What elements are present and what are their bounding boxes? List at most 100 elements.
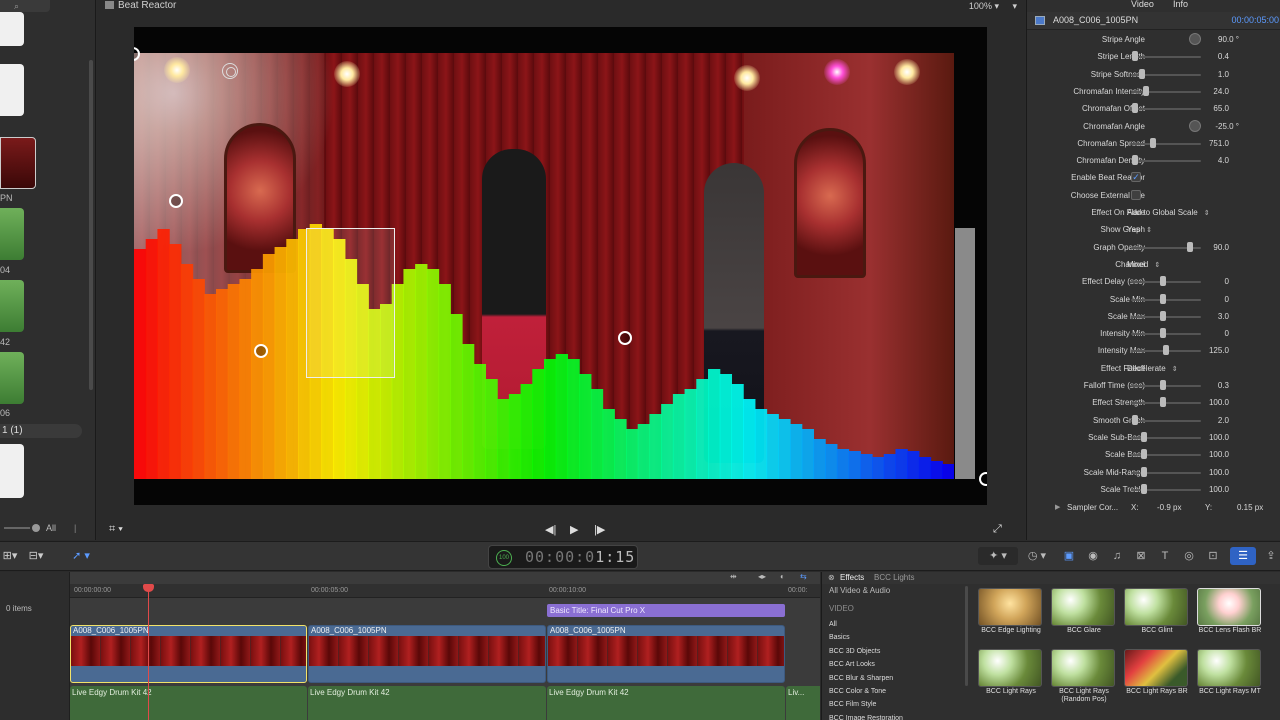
effects-category[interactable]: BCC Blur & Sharpen (829, 675, 893, 682)
param-popup[interactable]: Mixed ⇕ (1127, 260, 1160, 269)
effects-scrollbar[interactable] (965, 586, 968, 686)
param-slider-knob[interactable] (1187, 241, 1194, 252)
solo-icon[interactable]: ◐ (780, 572, 785, 581)
browser-scrollbar[interactable] (89, 60, 93, 390)
param-slider-knob[interactable] (1140, 431, 1147, 442)
param-value[interactable]: 751.0 (1209, 139, 1229, 148)
titles-icon[interactable]: T (1156, 547, 1174, 565)
effects-category[interactable]: BCC Art Looks (829, 661, 875, 668)
select-tool-icon[interactable]: ➚ ▾ (64, 547, 98, 565)
param-slider-knob[interactable] (1159, 380, 1166, 390)
skimming-icon[interactable]: ⇹ (730, 572, 737, 581)
param-slider[interactable] (1131, 56, 1201, 59)
generators-icon[interactable]: ◎ (1180, 547, 1198, 565)
param-slider-knob[interactable] (1163, 345, 1169, 356)
effect-item[interactable]: BCC Lens Flash BR (1197, 588, 1263, 635)
param-slider-knob[interactable] (1159, 328, 1166, 339)
viewer-settings-menu[interactable]: ▾ (1012, 0, 1017, 12)
corner-handle[interactable] (979, 472, 987, 486)
param-value[interactable]: 65.0 (1213, 104, 1229, 113)
angle-dial-icon[interactable] (1189, 119, 1201, 132)
param-slider-knob[interactable] (1159, 310, 1166, 321)
effects-category[interactable]: All (829, 621, 837, 628)
browser-audio-thumb[interactable] (0, 208, 24, 260)
themes-icon[interactable]: ⊡ (1204, 547, 1222, 565)
param-slider-knob[interactable] (1150, 137, 1157, 148)
audio-clip[interactable]: Liv... (786, 686, 820, 720)
param-slider-knob[interactable] (1159, 293, 1166, 304)
effects-category[interactable]: BCC 3D Objects (829, 648, 880, 655)
param-slider-knob[interactable] (1140, 483, 1147, 494)
sampler-y-value[interactable]: 0.15 px (1237, 503, 1263, 512)
param-slider[interactable] (1131, 419, 1201, 422)
param-slider-knob[interactable] (1138, 68, 1145, 79)
snapping-icon[interactable]: ⇆ (800, 572, 807, 581)
effect-item[interactable]: BCC Edge Lighting (978, 588, 1044, 635)
param-value[interactable]: -25.0 ° (1215, 122, 1239, 131)
browser-clip-thumb[interactable] (0, 64, 24, 116)
video-canvas[interactable] (134, 27, 987, 505)
effect-item[interactable]: BCC Light Rays BR (1124, 649, 1190, 696)
param-value[interactable]: 0 (1225, 295, 1229, 304)
viewer-zoom-menu[interactable]: 100% ▾ (969, 0, 999, 12)
camera-icon[interactable]: ◉ (1084, 547, 1102, 565)
effects-category[interactable]: Basics (829, 634, 850, 641)
effect-item[interactable]: BCC Light Rays (978, 649, 1044, 696)
browser-audio-thumb[interactable] (0, 352, 24, 404)
param-value[interactable]: 100.0 (1209, 398, 1229, 407)
param-slider-knob[interactable] (1142, 85, 1149, 96)
param-value[interactable]: 0.3 (1218, 381, 1229, 390)
box-handle[interactable] (254, 344, 268, 358)
param-checkbox[interactable] (1131, 189, 1141, 200)
param-slider[interactable] (1131, 298, 1201, 301)
thumb-size-knob[interactable] (32, 524, 40, 532)
param-value[interactable]: 24.0 (1213, 87, 1229, 96)
param-slider-knob[interactable] (1132, 51, 1139, 62)
retime-icon[interactable]: ◷ ▾ (1022, 547, 1052, 565)
transitions-icon[interactable]: ⊠ (1132, 547, 1150, 565)
param-slider[interactable] (1131, 402, 1201, 405)
enhance-icon[interactable]: ✦ ▾ (978, 547, 1018, 565)
tab-info[interactable]: Info (1173, 0, 1188, 9)
param-popup[interactable]: Yes ⇕ (1127, 225, 1152, 234)
param-slider-knob[interactable] (1159, 397, 1166, 408)
param-slider[interactable] (1131, 142, 1201, 145)
angle-dial-icon[interactable] (1189, 33, 1201, 45)
edit-mode-icon[interactable]: ⊟▾ (26, 547, 46, 565)
param-slider[interactable] (1131, 333, 1201, 336)
audio-clip[interactable]: Live Edgy Drum Kit 42 (547, 686, 785, 720)
param-slider[interactable] (1131, 281, 1201, 284)
param-value[interactable]: 0 (1225, 329, 1229, 338)
effect-item[interactable]: BCC Light Rays MT (1197, 649, 1263, 696)
param-value[interactable]: 2.0 (1218, 416, 1229, 425)
box-handle[interactable] (169, 194, 183, 208)
param-slider-knob[interactable] (1132, 103, 1139, 114)
param-value[interactable]: 90.0 ° (1218, 35, 1239, 44)
param-slider[interactable] (1131, 385, 1201, 387)
play-icon[interactable]: ▶ (570, 523, 578, 536)
param-popup[interactable]: Add to Global Scale ⇕ (1127, 208, 1210, 217)
param-slider[interactable] (1131, 90, 1201, 93)
param-slider-knob[interactable] (1140, 466, 1147, 477)
param-value[interactable]: 1.0 (1218, 70, 1229, 79)
param-slider-knob[interactable] (1132, 414, 1139, 425)
audio-skimming-icon[interactable]: ◂▸ (758, 572, 766, 581)
param-value[interactable]: 3.0 (1218, 312, 1229, 321)
param-value[interactable]: 100.0 (1209, 485, 1229, 494)
param-slider[interactable] (1131, 160, 1201, 163)
previous-edit-icon[interactable]: ◀| (545, 523, 556, 536)
effect-item[interactable]: BCC Glint (1124, 588, 1190, 635)
media-browser-icon[interactable]: ▣ (1058, 547, 1080, 565)
next-edit-icon[interactable]: |▶ (594, 523, 605, 536)
effects-category[interactable]: BCC Film Style (829, 701, 876, 708)
video-clip[interactable]: A008_C006_1005PN (547, 625, 785, 683)
browser-clip-thumb-selected[interactable] (0, 137, 36, 189)
browser-filter-menu[interactable]: All (46, 523, 56, 533)
browser-clip-thumb[interactable] (0, 12, 24, 46)
param-value[interactable]: 0 (1225, 277, 1229, 286)
param-value[interactable]: 4.0 (1218, 156, 1229, 165)
effects-browser-icon[interactable]: ☰ (1230, 547, 1256, 565)
param-slider-knob[interactable] (1132, 155, 1139, 166)
tab-video[interactable]: Video (1131, 0, 1154, 9)
category-all-video-audio[interactable]: All Video & Audio (829, 586, 890, 595)
